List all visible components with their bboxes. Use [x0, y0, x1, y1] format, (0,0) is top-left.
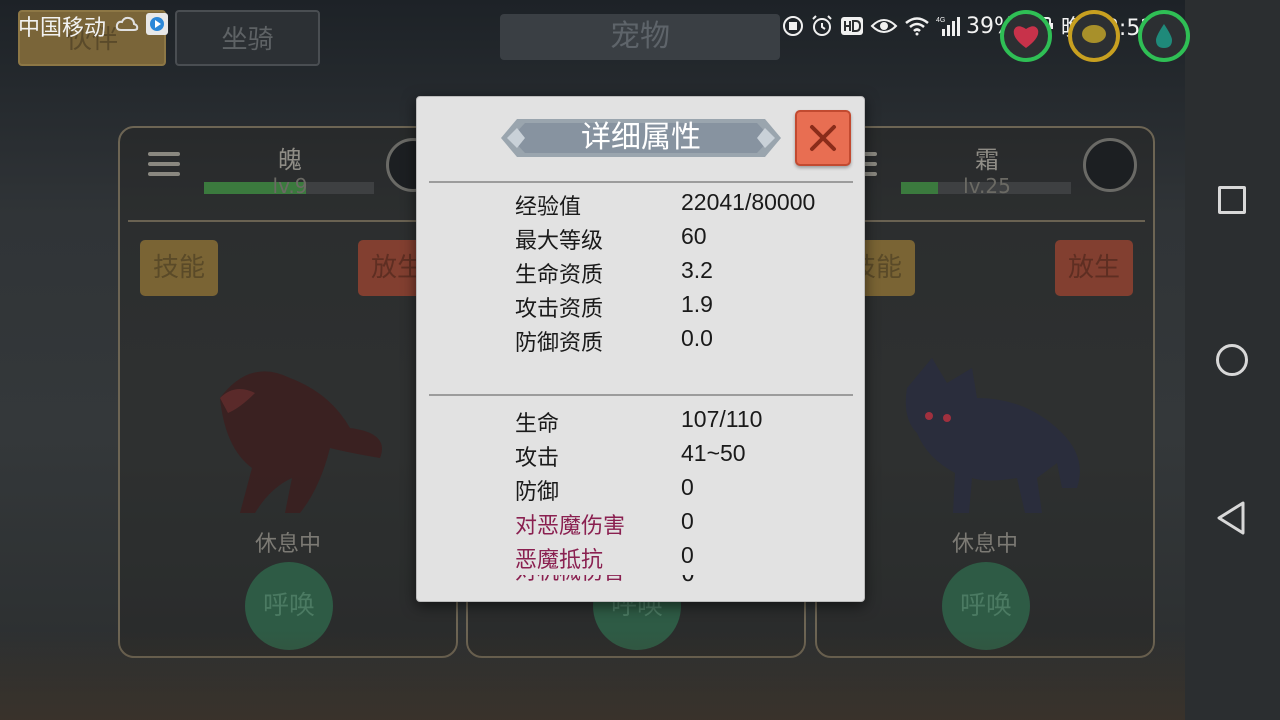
- pet-card-3: 霜 lv.25 技能 放生 休息中 呼唤: [815, 126, 1155, 658]
- stat-row-defense-aptitude: 防御资质 0.0: [515, 325, 855, 359]
- eye-comfort-icon: [870, 19, 898, 33]
- hd-icon: [841, 17, 863, 35]
- video-app-icon: [146, 13, 168, 35]
- pet-status: 休息中: [951, 532, 1018, 557]
- stat-label: 攻击: [515, 446, 560, 471]
- stat-row-attack: 攻击 41~50: [515, 440, 855, 474]
- stat-value: 0: [681, 575, 695, 584]
- stat-value: 3.2: [681, 257, 713, 283]
- dialog-close-button[interactable]: [795, 110, 851, 166]
- weather-cloud-icon: [115, 16, 139, 31]
- wifi-icon: [905, 17, 929, 36]
- pet-element-icon[interactable]: [1083, 138, 1137, 192]
- attribute-dialog: 详细属性 经验值 22041/80000 最大等级 60 生命资质 3.2 攻击…: [416, 96, 865, 602]
- stat-value: 0: [681, 474, 694, 500]
- stat-label: 防御资质: [515, 331, 604, 356]
- notification-icons: [115, 12, 169, 36]
- android-nav-bar: [1185, 0, 1280, 720]
- stat-label: 生命: [515, 412, 560, 437]
- summon-button[interactable]: 呼唤: [245, 562, 333, 650]
- signal-icon: 4G: [936, 17, 960, 36]
- wolf-pet-image: [905, 358, 1080, 513]
- home-icon[interactable]: [1216, 344, 1248, 376]
- section-divider: [429, 181, 853, 183]
- stat-value: 1.9: [681, 291, 713, 317]
- stat-row-machine-damage: 对机械伤害 0: [515, 575, 755, 584]
- release-button[interactable]: 放生: [1055, 240, 1133, 296]
- stat-row-max-level: 最大等级 60: [515, 223, 855, 257]
- pet-card-1: 魄 lv.9 技能 放生 休息中 呼唤: [118, 126, 458, 658]
- card-divider: [825, 220, 1145, 222]
- stat-row-attack-aptitude: 攻击资质 1.9: [515, 291, 855, 325]
- sim-1-icon: [783, 16, 803, 36]
- stat-row-demon-damage: 对恶魔伤害 0: [515, 508, 855, 542]
- pet-level: lv.25: [963, 174, 1011, 198]
- stat-value: 0: [681, 542, 694, 568]
- stat-value: 60: [681, 223, 707, 249]
- stat-row-hp: 生命 107/110: [515, 406, 855, 440]
- stat-row-exp: 经验值 22041/80000: [515, 189, 855, 223]
- stat-row-demon-resist: 恶魔抵抗 0: [515, 542, 855, 576]
- stat-label: 生命资质: [515, 263, 604, 288]
- stat-value: 107/110: [681, 406, 763, 432]
- stat-label: 经验值: [515, 195, 582, 220]
- stat-label: 恶魔抵抗: [515, 548, 604, 573]
- pet-status: 休息中: [254, 532, 321, 557]
- dialog-title-banner: 详细属性: [501, 117, 781, 159]
- heart-quick-icon[interactable]: [1000, 10, 1052, 62]
- potion-quick-icon[interactable]: [1138, 10, 1190, 62]
- chat-quick-icon[interactable]: [1068, 10, 1120, 62]
- card-divider: [128, 220, 448, 222]
- menu-icon[interactable]: [148, 152, 180, 182]
- close-icon: [810, 125, 836, 151]
- dinosaur-pet-image: [220, 371, 382, 513]
- pet-level: lv.9: [272, 174, 308, 198]
- summon-button[interactable]: 呼唤: [942, 562, 1030, 650]
- stat-label: 对恶魔伤害: [515, 514, 626, 539]
- stat-value: 22041/80000: [681, 189, 816, 215]
- recents-icon[interactable]: [1218, 186, 1246, 214]
- level-progress-fill: [901, 182, 939, 194]
- pet-name: 魄: [278, 146, 302, 174]
- stat-value: 0: [681, 508, 694, 534]
- network-type: 4G: [936, 17, 945, 24]
- stat-value: 41~50: [681, 440, 746, 466]
- skill-button[interactable]: 技能: [140, 240, 218, 296]
- pet-name: 霜: [975, 146, 999, 174]
- alarm-icon: [812, 15, 832, 36]
- stat-label: 防御: [515, 480, 560, 505]
- stat-row-hp-aptitude: 生命资质 3.2: [515, 257, 855, 291]
- stat-label: 最大等级: [515, 229, 604, 254]
- dialog-title: 详细属性: [581, 120, 701, 155]
- stat-row-defense: 防御 0: [515, 474, 855, 508]
- section-divider: [429, 394, 853, 396]
- stat-label: 攻击资质: [515, 297, 604, 322]
- stat-value: 0.0: [681, 325, 713, 351]
- stat-label: 对机械伤害: [515, 575, 755, 584]
- carrier-name: 中国移动: [18, 16, 107, 41]
- back-icon[interactable]: [1215, 500, 1247, 536]
